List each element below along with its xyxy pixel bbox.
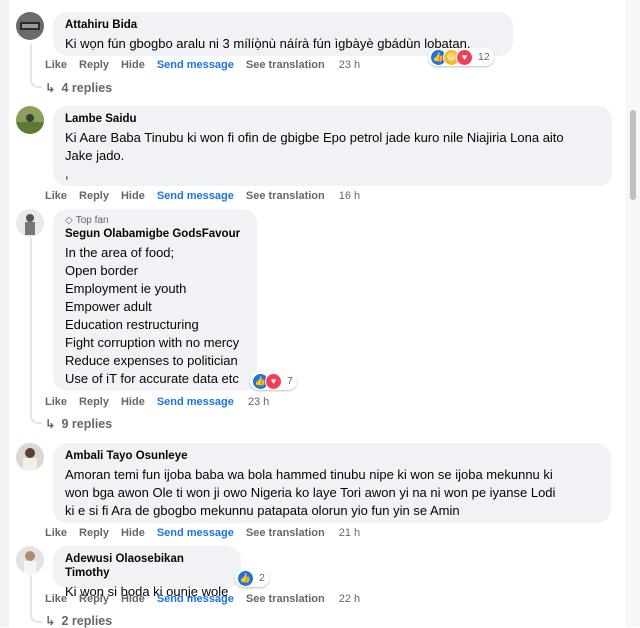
reply-button[interactable]: Reply	[79, 396, 109, 408]
comment-author[interactable]: Adewusi Olaosebikan Timothy	[65, 552, 229, 580]
see-translation-button[interactable]: See translation	[246, 527, 325, 539]
see-translation-button[interactable]: See translation	[246, 593, 325, 605]
comment-time[interactable]: 23 h	[248, 396, 269, 408]
reply-button[interactable]: Reply	[79, 190, 109, 202]
hide-button[interactable]: Hide	[121, 593, 145, 605]
view-replies-button[interactable]: ↳ 9 replies	[45, 416, 113, 432]
comment-bubble: Lambe Saidu Ki Aare Baba Tinubu ki won f…	[53, 106, 612, 186]
avatar[interactable]	[16, 12, 44, 40]
comment-actions: Like Reply Hide Send message 23 h	[45, 396, 269, 408]
comment-author[interactable]: Lambe Saidu	[65, 112, 600, 126]
like-button[interactable]: Like	[45, 527, 67, 539]
reaction-count: 12	[478, 51, 490, 63]
thread-line	[30, 238, 42, 424]
thread-line	[30, 44, 42, 88]
scrollbar-thumb[interactable]	[630, 110, 636, 200]
view-replies-button[interactable]: ↳ 2 replies	[45, 613, 112, 628]
avatar[interactable]	[16, 106, 44, 134]
top-fan-label: Top fan	[75, 215, 109, 226]
hide-button[interactable]: Hide	[121, 190, 145, 202]
reply-button[interactable]: Reply	[79, 59, 109, 71]
comment-time[interactable]: 21 h	[339, 527, 360, 539]
reaction-count: 7	[287, 375, 293, 387]
hide-button[interactable]: Hide	[121, 396, 145, 408]
comment-author[interactable]: Attahiru Bida	[65, 18, 501, 32]
reaction-summary[interactable]: 👍 😆 ♥ 12	[428, 48, 494, 66]
comment-time[interactable]: 22 h	[339, 593, 360, 605]
comment-bubble: Ambali Tayo Osunleye Amoran temi fun ijo…	[53, 443, 611, 523]
avatar[interactable]	[16, 443, 44, 471]
reaction-summary[interactable]: 👍 ♥ 7	[250, 372, 297, 390]
like-icon: 👍	[237, 569, 254, 587]
hide-button[interactable]: Hide	[121, 527, 145, 539]
reply-arrow-icon: ↳	[45, 81, 56, 95]
comment-time[interactable]: 23 h	[339, 59, 360, 71]
comment-author[interactable]: Segun Olabamigbe GodsFavour	[65, 227, 245, 241]
replies-count: 4 replies	[61, 80, 113, 95]
comment-time[interactable]: 16 h	[339, 190, 360, 202]
send-message-button[interactable]: Send message	[157, 527, 234, 539]
reply-arrow-icon: ↳	[45, 614, 56, 628]
comment-actions: Like Reply Hide Send message See transla…	[45, 190, 360, 202]
comment-bubble: Adewusi Olaosebikan Timothy Ki won si bo…	[53, 546, 241, 599]
like-button[interactable]: Like	[45, 190, 67, 202]
like-button[interactable]: Like	[45, 593, 67, 605]
comment-text: In the area of food; Open border Employm…	[65, 245, 240, 386]
left-edge	[0, 0, 9, 627]
diamond-icon: ◇	[65, 215, 73, 226]
like-button[interactable]: Like	[45, 59, 67, 71]
avatar[interactable]	[16, 546, 44, 574]
reaction-count: 2	[259, 572, 265, 584]
comment-text: Amoran temi fun ijoba baba wa bola hamme…	[65, 467, 556, 518]
see-translation-button[interactable]: See translation	[246, 190, 325, 202]
like-button[interactable]: Like	[45, 396, 67, 408]
reaction-summary[interactable]: 👍 2	[235, 569, 269, 587]
scrollbar[interactable]	[626, 0, 640, 627]
comment-author[interactable]: Ambali Tayo Osunleye	[65, 449, 599, 463]
comment-actions: Like Reply Hide Send message See transla…	[45, 59, 360, 71]
view-replies-button[interactable]: ↳ 4 replies	[45, 80, 113, 96]
replies-count: 2 replies	[61, 613, 113, 628]
hide-button[interactable]: Hide	[121, 59, 145, 71]
see-translation-button[interactable]: See translation	[246, 59, 325, 71]
top-fan-badge: ◇ Top fan	[65, 215, 245, 227]
comment-text: Ki Aare Baba Tinubu ki won fi ofin de gb…	[65, 130, 564, 181]
comment-actions: Like Reply Hide Send message See transla…	[45, 593, 360, 605]
reply-button[interactable]: Reply	[79, 593, 109, 605]
love-icon: ♥	[265, 372, 282, 390]
send-message-button[interactable]: Send message	[157, 593, 234, 605]
send-message-button[interactable]: Send message	[157, 190, 234, 202]
comment-actions: Like Reply Hide Send message See transla…	[45, 527, 360, 539]
thread-line	[30, 575, 42, 623]
reply-button[interactable]: Reply	[79, 527, 109, 539]
send-message-button[interactable]: Send message	[157, 59, 234, 71]
send-message-button[interactable]: Send message	[157, 396, 234, 408]
reply-arrow-icon: ↳	[45, 417, 56, 431]
love-icon: ♥	[456, 48, 473, 66]
avatar[interactable]	[16, 209, 44, 237]
comment-bubble: ◇ Top fan Segun Olabamigbe GodsFavour In…	[53, 209, 257, 391]
replies-count: 9 replies	[61, 416, 113, 431]
